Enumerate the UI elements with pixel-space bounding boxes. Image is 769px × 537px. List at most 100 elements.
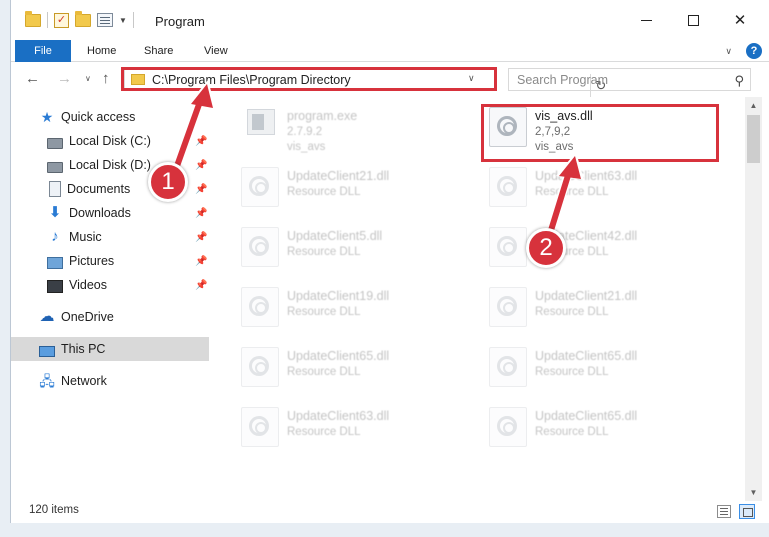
dll-gear-icon <box>489 347 527 387</box>
sidebar-item-music[interactable]: ♪ Music 📌 <box>11 225 209 249</box>
file-name: UpdateClient65.dll <box>287 349 390 363</box>
search-input[interactable]: Search Program ⚲ <box>508 68 751 91</box>
file-name: program.exe <box>287 109 358 123</box>
large-icons-view-icon[interactable] <box>739 504 755 519</box>
view-properties-icon[interactable] <box>97 13 113 27</box>
file-item[interactable]: UpdateClient65.dll Resource DLL <box>237 339 477 395</box>
minimize-button[interactable] <box>623 0 669 40</box>
pin-icon: 📌 <box>195 135 208 147</box>
minimize-icon <box>640 19 652 21</box>
toolbar-divider <box>47 12 48 28</box>
sidebar-item-label: Music <box>69 230 102 244</box>
window-title: Program <box>155 14 205 29</box>
dll-gear-icon <box>241 407 279 447</box>
file-item[interactable]: UpdateClient5.dll Resource DLL <box>237 219 477 275</box>
vertical-scrollbar[interactable]: ▲ ▼ <box>745 97 762 501</box>
close-button[interactable]: ✕ <box>717 0 763 40</box>
cloud-icon: ☁ <box>39 308 55 325</box>
item-count: 120 items <box>29 504 79 516</box>
step-badge-2: 2 <box>526 228 566 268</box>
desktop-background <box>0 523 769 537</box>
sidebar-item-videos[interactable]: Videos 📌 <box>11 273 209 297</box>
downloads-icon: ⬇ <box>48 204 62 221</box>
up-arrow-icon[interactable]: ↑ <box>102 70 110 87</box>
pin-icon: 📌 <box>195 159 208 171</box>
sidebar-item-pictures[interactable]: Pictures 📌 <box>11 249 209 273</box>
expand-ribbon-chevron-icon[interactable]: ∨ <box>725 46 732 57</box>
folder-icon <box>25 10 41 27</box>
ribbon-controls: ∨ ? <box>725 43 762 59</box>
sidebar-item-local-disk-c[interactable]: Local Disk (C:) 📌 <box>11 129 209 153</box>
file-name: UpdateClient5.dll <box>287 229 383 243</box>
maximize-button[interactable] <box>670 0 716 40</box>
scroll-down-arrow-icon[interactable]: ▼ <box>745 484 762 501</box>
dll-gear-icon <box>489 167 527 207</box>
forward-arrow-icon[interactable]: → <box>57 70 72 87</box>
sidebar-item-label: Videos <box>69 278 107 292</box>
new-folder-icon[interactable] <box>75 10 91 27</box>
customize-toolbar-chevron-icon[interactable]: ▼ <box>119 16 127 25</box>
pin-icon: 📌 <box>195 279 208 291</box>
pin-icon: 📌 <box>195 231 208 243</box>
file-name: UpdateClient63.dll <box>535 169 638 183</box>
dll-gear-icon <box>241 287 279 327</box>
file-item[interactable]: UpdateClient65.dll Resource DLL <box>485 339 725 395</box>
search-icon[interactable]: ⚲ <box>734 73 744 89</box>
tab-share[interactable]: Share <box>144 40 173 62</box>
file-name: UpdateClient65.dll <box>535 409 638 423</box>
file-type: Resource DLL <box>287 186 361 198</box>
tab-view[interactable]: View <box>204 40 228 62</box>
file-highlight-box <box>481 104 719 162</box>
network-icon: 🖧 <box>39 373 55 389</box>
scrollbar-thumb[interactable] <box>747 115 760 163</box>
dll-gear-icon <box>489 407 527 447</box>
file-item[interactable]: UpdateClient21.dll Resource DLL <box>237 159 477 215</box>
file-name: UpdateClient63.dll <box>287 409 390 423</box>
sidebar-item-label: Pictures <box>69 254 115 268</box>
ribbon-tabs: File Home Share View ∨ ? <box>11 40 769 62</box>
file-item[interactable]: UpdateClient42.dll Resource DLL <box>485 219 725 275</box>
file-description: vis_avs <box>287 141 326 153</box>
sidebar-item-onedrive[interactable]: ☁ OneDrive <box>11 305 209 329</box>
dll-gear-icon <box>489 227 527 267</box>
file-type: Resource DLL <box>535 426 609 438</box>
tab-file[interactable]: File <box>15 40 71 62</box>
sidebar-item-label: Downloads <box>69 206 131 220</box>
dll-gear-icon <box>241 227 279 267</box>
file-item[interactable]: UpdateClient63.dll Resource DLL <box>237 399 477 455</box>
file-type: Resource DLL <box>287 366 361 378</box>
file-item[interactable]: UpdateClient65.dll Resource DLL <box>485 399 725 455</box>
back-arrow-icon[interactable]: ← <box>25 70 40 87</box>
file-type: Resource DLL <box>287 426 361 438</box>
recent-locations-chevron-icon[interactable]: ∨ <box>85 74 91 83</box>
file-item-program-exe[interactable]: program.exe 2.7.9.2 vis_avs <box>237 99 477 155</box>
search-placeholder: Search Program <box>517 73 609 87</box>
music-icon: ♪ <box>51 228 59 245</box>
scroll-up-arrow-icon[interactable]: ▲ <box>745 97 762 114</box>
application-icon <box>247 109 275 135</box>
sidebar-item-quick-access[interactable]: ★ Quick access <box>11 105 209 129</box>
sidebar-item-label: OneDrive <box>61 310 114 324</box>
file-name: UpdateClient19.dll <box>287 289 390 303</box>
tab-home[interactable]: Home <box>87 40 116 62</box>
file-type: Resource DLL <box>535 186 609 198</box>
star-icon: ★ <box>40 109 54 125</box>
sidebar-item-network[interactable]: 🖧 Network <box>11 369 209 393</box>
pin-icon: 📌 <box>195 207 208 219</box>
file-item[interactable]: UpdateClient21.dll Resource DLL <box>485 279 725 335</box>
quick-access-toolbar: ✓ ▼ <box>25 10 134 28</box>
sidebar-item-label: This PC <box>61 342 106 356</box>
pin-icon: 📌 <box>195 183 208 195</box>
sidebar-item-this-pc[interactable]: This PC <box>11 337 209 361</box>
navigation-pane: ★ Quick access Local Disk (C:) 📌 Local D… <box>11 103 209 501</box>
file-type: Resource DLL <box>287 306 361 318</box>
properties-check-icon[interactable]: ✓ <box>54 12 69 28</box>
file-item[interactable]: UpdateClient63.dll Resource DLL <box>485 159 725 215</box>
sidebar-item-label: Local Disk (C:) <box>69 134 151 148</box>
sidebar-item-downloads[interactable]: ⬇ Downloads 📌 <box>11 201 209 225</box>
help-icon[interactable]: ? <box>746 43 762 59</box>
title-bar: ✓ ▼ Program ✕ <box>11 0 769 40</box>
details-view-icon[interactable] <box>717 505 731 518</box>
file-item[interactable]: UpdateClient19.dll Resource DLL <box>237 279 477 335</box>
pictures-icon <box>47 257 63 269</box>
